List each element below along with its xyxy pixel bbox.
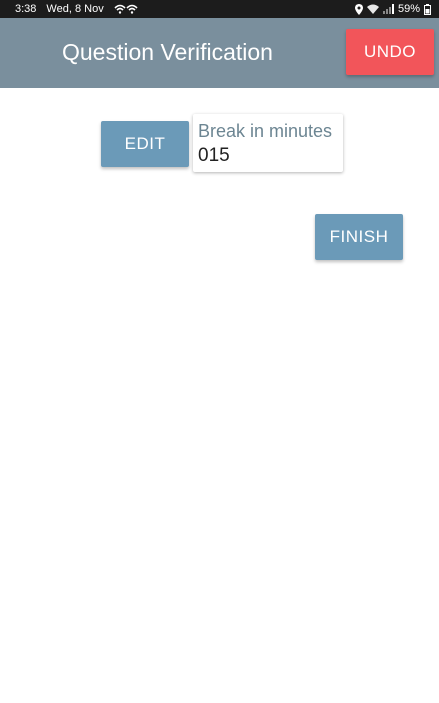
undo-button[interactable]: UNDO [346,29,434,75]
status-bar: 3:38 Wed, 8 Nov 59% [0,0,439,18]
break-minutes-label: Break in minutes [198,121,333,141]
battery-percent: 59% [397,3,420,15]
wifi-calling-icon [114,4,138,14]
wifi-icon [366,4,379,14]
battery-icon [424,3,431,15]
break-minutes-input[interactable]: 015 [198,145,230,167]
finish-button[interactable]: FINISH [315,214,403,260]
status-bar-right: 59% [354,0,431,18]
signal-icon [382,4,394,14]
edit-button[interactable]: EDIT [101,121,189,167]
page-title: Question Verification [62,39,273,65]
status-time: 3:38 [15,3,37,15]
status-date: Wed, 8 Nov [46,3,104,15]
app-bar: Question Verification UNDO [0,18,439,88]
break-minutes-field[interactable]: Break in minutes 015 [193,114,343,172]
status-bar-left: 3:38 Wed, 8 Nov [15,0,138,18]
location-icon [354,3,363,15]
